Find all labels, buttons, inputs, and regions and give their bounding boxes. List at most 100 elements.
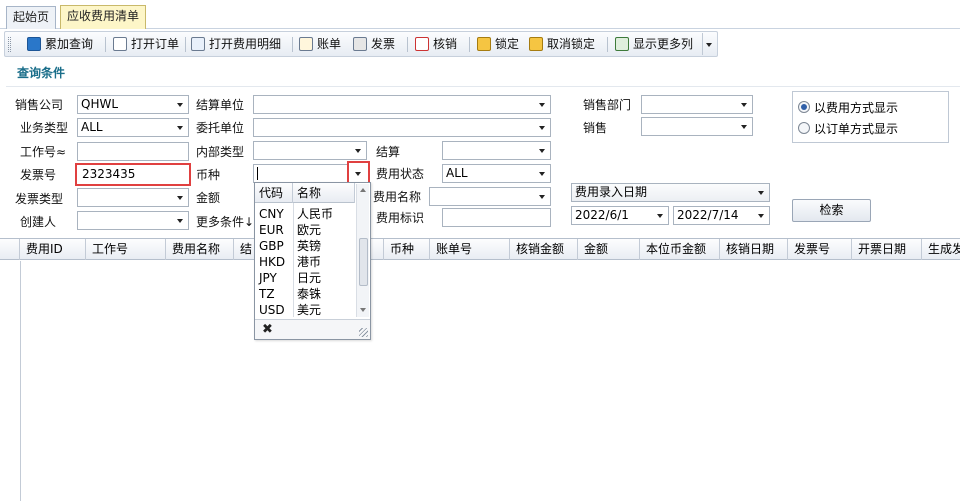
toolbar-overflow-button[interactable] — [702, 33, 716, 55]
popup-header: 代码 名称 — [255, 183, 355, 203]
currency-code: USD — [259, 303, 285, 317]
date-type-select[interactable]: 费用录入日期 — [571, 183, 770, 202]
chevron-down-icon[interactable] — [534, 165, 550, 182]
select-value: ALL — [446, 166, 468, 180]
date-from-picker[interactable]: 2022/6/1 — [571, 206, 669, 225]
currency-label: 币种 — [196, 168, 221, 182]
chevron-down-icon[interactable] — [534, 119, 550, 136]
creator-select[interactable] — [77, 211, 189, 230]
currency-option[interactable]: HKD 港币 — [255, 254, 355, 270]
currency-name: 港币 — [297, 255, 322, 269]
button-label: 账单 — [317, 37, 342, 51]
unlock-button[interactable]: 取消锁定 — [529, 35, 595, 53]
more-conditions-toggle[interactable]: 更多条件↓ — [196, 213, 254, 231]
date-to-picker[interactable]: 2022/7/14 — [673, 206, 770, 225]
chevron-down-icon[interactable] — [736, 96, 752, 113]
chevron-down-icon[interactable] — [534, 142, 550, 159]
internal-type-select[interactable] — [253, 141, 367, 160]
tab-start-page[interactable]: 起始页 — [6, 6, 57, 29]
scroll-down-icon[interactable] — [360, 308, 366, 312]
radio-by-order[interactable]: 以订单方式显示 — [798, 120, 898, 136]
currency-option[interactable]: GBP 英镑 — [255, 238, 355, 254]
show-more-columns-button[interactable]: 显示更多列 — [615, 35, 693, 53]
resize-grip-icon[interactable] — [359, 328, 368, 337]
bill-button[interactable]: 账单 — [299, 35, 341, 53]
chevron-down-icon[interactable] — [172, 189, 188, 206]
chevron-down-icon[interactable] — [350, 142, 366, 159]
sales-dept-select[interactable] — [641, 95, 753, 114]
invoice-type-select[interactable] — [77, 188, 189, 207]
settle-select[interactable] — [442, 141, 551, 160]
currency-input[interactable] — [253, 164, 349, 183]
grid-column-header[interactable]: 生成发 — [922, 239, 960, 260]
select-value: ALL — [81, 120, 103, 134]
grid-column-header[interactable]: 工作号 — [86, 239, 166, 260]
currency-dropdown-button[interactable] — [347, 161, 370, 184]
business-type-select[interactable]: ALL — [77, 118, 189, 137]
grid-column-header[interactable]: 核销日期 — [720, 239, 788, 260]
toolbar-grip[interactable] — [8, 37, 11, 52]
invoice-no-input[interactable]: 2323435 — [75, 163, 191, 186]
popup-column-code[interactable]: 代码 — [255, 183, 293, 203]
grid-column-header[interactable]: 发票号 — [788, 239, 852, 260]
radio-by-fee[interactable]: 以费用方式显示 — [798, 99, 898, 115]
currency-option[interactable]: CNY 人民币 — [255, 206, 355, 222]
grid-column-header[interactable]: 币种 — [384, 239, 430, 260]
fee-mark-input[interactable] — [442, 208, 551, 227]
date-value: 2022/6/1 — [575, 208, 629, 222]
job-no-input[interactable] — [77, 142, 189, 161]
currency-code: TZ — [259, 287, 275, 301]
chevron-down-icon[interactable] — [753, 207, 769, 224]
fee-status-select[interactable]: ALL — [442, 164, 551, 183]
button-label: 显示更多列 — [633, 37, 694, 51]
grid-column-header[interactable]: 账单号 — [430, 239, 510, 260]
grid-column-header[interactable]: 金额 — [578, 239, 640, 260]
scroll-up-icon[interactable] — [360, 188, 366, 192]
currency-code: GBP — [259, 239, 284, 253]
settle-unit-select[interactable] — [253, 95, 551, 114]
currency-option[interactable]: EUR 欧元 — [255, 222, 355, 238]
internal-type-label: 内部类型 — [196, 145, 245, 159]
lock-button[interactable]: 锁定 — [477, 35, 519, 53]
invoice-button[interactable]: 发票 — [353, 35, 395, 53]
radio-unchecked-icon — [798, 122, 810, 134]
write-off-button[interactable]: 核销 — [415, 35, 457, 53]
chevron-down-icon[interactable] — [172, 212, 188, 229]
chevron-down-icon[interactable] — [652, 207, 668, 224]
radio-checked-icon — [798, 101, 810, 113]
search-button[interactable]: 检索 — [792, 199, 871, 222]
sales-select[interactable] — [641, 117, 753, 136]
popup-column-name[interactable]: 名称 — [293, 183, 355, 203]
consign-unit-select[interactable] — [253, 118, 551, 137]
currency-option[interactable]: TZ 泰铢 — [255, 286, 355, 302]
currency-code: CNY — [259, 207, 284, 221]
open-fee-detail-button[interactable]: 打开费用明细 — [191, 35, 281, 53]
grid-header: 费用ID 工作号 费用名称 结 币种 账单号 核销金额 金额 本位币金额 核销日… — [0, 239, 960, 260]
chevron-down-icon[interactable] — [172, 119, 188, 136]
scrollbar-thumb[interactable] — [359, 238, 368, 286]
grid-column-header[interactable]: 核销金额 — [510, 239, 578, 260]
grid-column-header[interactable]: 费用ID — [20, 239, 86, 260]
tab-receivable-fee-list[interactable]: 应收费用清单 — [60, 5, 147, 29]
accumulate-query-button[interactable]: 累加查询 — [27, 35, 93, 53]
fee-name-label: 费用名称 — [373, 190, 422, 204]
fee-name-select[interactable] — [429, 187, 551, 206]
sales-company-select[interactable]: QHWL — [77, 95, 189, 114]
chevron-down-icon[interactable] — [534, 188, 550, 205]
grid-column-header[interactable]: 本位币金额 — [640, 239, 720, 260]
invoice-icon — [353, 37, 367, 51]
input-value: 2323435 — [82, 167, 136, 181]
chevron-down-icon[interactable] — [534, 96, 550, 113]
chevron-down-icon[interactable] — [753, 184, 769, 201]
currency-option[interactable]: USD 美元 — [255, 302, 355, 318]
grid-column-header[interactable]: 开票日期 — [852, 239, 922, 260]
grid-indicator-divider — [20, 261, 21, 501]
chevron-down-icon[interactable] — [172, 96, 188, 113]
open-order-button[interactable]: 打开订单 — [113, 35, 179, 53]
currency-option[interactable]: JPY 日元 — [255, 270, 355, 286]
chevron-down-icon[interactable] — [736, 118, 752, 135]
grid-column-header[interactable]: 费用名称 — [166, 239, 234, 260]
popup-scrollbar[interactable] — [356, 184, 369, 317]
close-icon[interactable]: ✖ — [262, 322, 273, 337]
radio-label: 以订单方式显示 — [814, 121, 899, 136]
